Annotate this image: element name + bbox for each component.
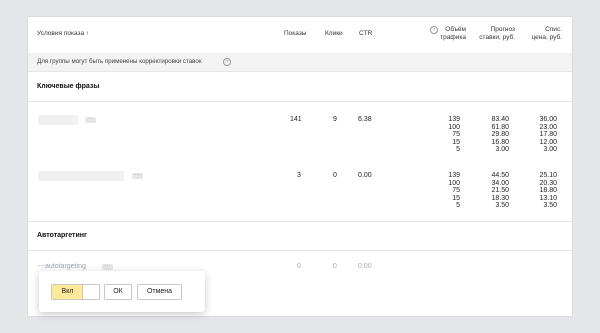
section-title-autotargeting: Автотаргетинг — [37, 232, 87, 239]
forecast-value: 3.00 — [495, 146, 509, 153]
forecast-value: 3.50 — [495, 202, 509, 209]
col-traffic-line1[interactable]: Объём — [440, 26, 466, 33]
section-title-keywords: Ключевые фразы — [37, 83, 100, 90]
traffic-values: 139 100 75 15 5 — [438, 172, 460, 210]
more-icon[interactable]: ··· — [132, 172, 143, 179]
section-keywords: Ключевые фразы — [28, 73, 572, 102]
note-text: Для группы могут быть применены корректи… — [37, 58, 202, 65]
more-icon[interactable]: ··· — [102, 263, 113, 270]
question-icon[interactable]: ? — [223, 58, 231, 66]
table-header: Условия показа ↑ Показы Клики CTR ? Объё… — [28, 17, 572, 54]
price-values: 36.00 23.00 17.80 12.00 3.00 — [531, 116, 557, 154]
shows-value: 141 — [290, 116, 302, 123]
keyword-placeholder[interactable] — [38, 115, 78, 125]
traffic-value: 100 — [448, 123, 460, 131]
traffic-value: 15 — [452, 194, 460, 202]
shows-value: 0 — [297, 263, 301, 270]
price-value: 23.00 — [539, 123, 557, 131]
forecast-value: 29.80 — [491, 131, 509, 138]
forecast-value: 21.50 — [491, 187, 509, 194]
question-icon: ? — [430, 26, 438, 34]
clicks-value: 9 — [333, 116, 337, 123]
traffic-help-icon[interactable]: ? — [430, 26, 438, 34]
traffic-value: 100 — [448, 179, 460, 187]
more-icon[interactable]: ··· — [85, 116, 96, 123]
clicks-value: 0 — [333, 172, 337, 179]
ctr-value: 6.38 — [358, 116, 372, 123]
ctr-value: 0.00 — [358, 263, 372, 270]
col-price-line2: цена, руб. — [531, 34, 562, 41]
traffic-value: 75 — [452, 131, 460, 138]
traffic-value: 15 — [452, 138, 460, 146]
forecast-value: 34.00 — [491, 179, 509, 187]
forecast-value: 83.40 — [491, 116, 509, 123]
table-row: ··· 141 9 6.38 139 100 75 15 5 83.40 61.… — [28, 115, 572, 167]
table-row: ··· 3 0 0.00 139 100 75 15 5 44.50 34.00… — [28, 171, 572, 223]
forecast-value: 18.30 — [491, 194, 509, 202]
col-traffic-line2: трафика — [440, 34, 466, 41]
forecast-value: 44.50 — [491, 172, 509, 179]
price-values: 25.10 20.30 18.80 13.10 3.50 — [531, 172, 557, 210]
on-off-toggle[interactable]: Вкл — [51, 284, 100, 300]
traffic-value: 5 — [456, 146, 460, 153]
price-value: 17.80 — [539, 131, 557, 138]
price-value: 13.10 — [539, 194, 557, 202]
traffic-value: 139 — [448, 172, 460, 179]
price-value: 3.00 — [543, 146, 557, 153]
price-value: 3.50 — [543, 202, 557, 209]
col-forecast-line2: ставки, руб. — [479, 34, 515, 41]
price-value: 20.30 — [539, 179, 557, 187]
traffic-value: 75 — [452, 187, 460, 194]
col-conditions-sort[interactable]: Условия показа ↑ — [37, 30, 89, 37]
clicks-value: 0 — [333, 263, 337, 270]
col-ctr[interactable]: CTR — [359, 30, 372, 37]
cancel-button[interactable]: Отмена — [137, 284, 182, 300]
col-forecast-line1[interactable]: Прогноз — [473, 26, 515, 33]
col-price-line1[interactable]: Спис. — [528, 26, 562, 33]
traffic-value: 5 — [456, 202, 460, 209]
forecast-values: 44.50 34.00 21.50 18.30 3.50 — [483, 172, 509, 210]
traffic-value: 139 — [448, 116, 460, 123]
keyword-placeholder[interactable] — [38, 171, 124, 181]
ctr-value: 0.00 — [358, 172, 372, 179]
price-value: 12.00 — [539, 138, 557, 146]
toggle-on-label: Вкл — [52, 285, 83, 299]
section-autotargeting: Автотаргетинг — [28, 222, 572, 251]
toggle-knob — [82, 285, 99, 299]
shows-value: 3 — [297, 172, 301, 179]
forecast-value: 16.80 — [491, 138, 509, 146]
toggle-popup: Вкл ОК Отмена — [39, 271, 205, 312]
price-value: 25.10 — [539, 172, 557, 179]
forecast-value: 61.80 — [491, 123, 509, 131]
traffic-values: 139 100 75 15 5 — [438, 116, 460, 154]
price-value: 18.80 — [539, 187, 557, 194]
ok-button[interactable]: ОК — [104, 284, 132, 300]
forecast-values: 83.40 61.80 29.80 16.80 3.00 — [483, 116, 509, 154]
col-shows[interactable]: Показы — [284, 30, 306, 37]
bid-adjustments-note: Для группы могут быть применены корректи… — [28, 53, 572, 72]
price-value: 36.00 — [539, 116, 557, 123]
col-clicks[interactable]: Клики — [325, 30, 343, 37]
autotargeting-label[interactable]: ---autotargeting — [38, 263, 86, 270]
